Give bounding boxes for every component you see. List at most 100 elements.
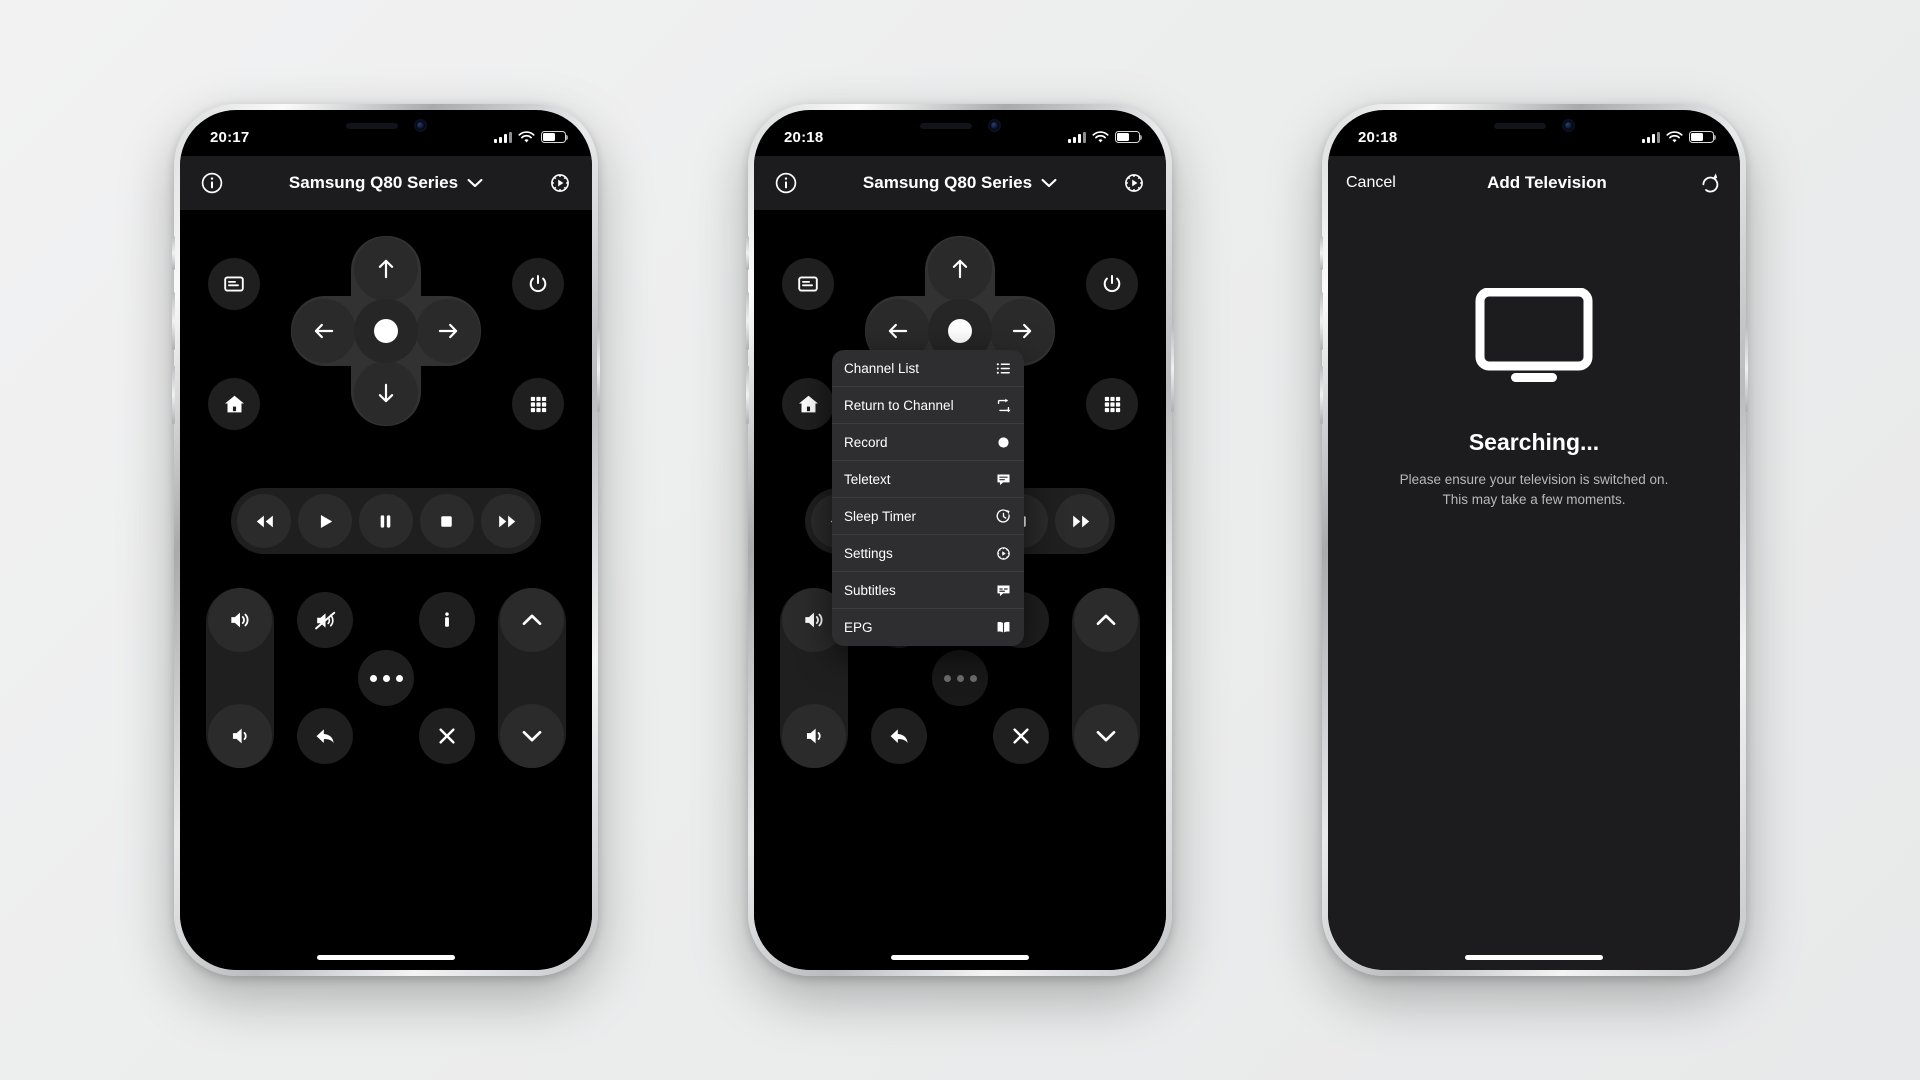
remote-control-panel [180, 210, 592, 970]
notch [1450, 110, 1618, 141]
source-input-button[interactable] [208, 258, 260, 310]
phone-add-television: 20:18 Cancel Add Television Searching...… [1320, 104, 1748, 976]
menu-item-record[interactable]: Record [832, 424, 1024, 461]
cancel-button[interactable]: Cancel [1346, 174, 1396, 192]
volume-pill [206, 588, 274, 768]
stop-button[interactable] [419, 494, 474, 548]
channel-pill [498, 588, 566, 768]
gear-icon[interactable] [1122, 171, 1146, 195]
info-circle-icon[interactable] [200, 171, 224, 195]
status-line-2: This may take a few moments. [1442, 492, 1626, 508]
stop-icon [441, 515, 453, 527]
dpad-down-button[interactable] [354, 361, 418, 425]
phone-screen: 20:17 Samsung Q80 Series [180, 110, 592, 970]
menu-item-label: Settings [844, 545, 893, 561]
dpad-right-button[interactable] [416, 299, 480, 363]
dpad-left-button[interactable] [292, 299, 356, 363]
device-selector[interactable]: Samsung Q80 Series [289, 173, 483, 193]
phone-remote-default: 20:17 Samsung Q80 Series [172, 104, 600, 976]
battery-icon [1115, 131, 1143, 143]
status-time: 20:18 [784, 128, 824, 146]
play-button[interactable] [298, 494, 353, 548]
menu-item-channel-list[interactable]: Channel List [832, 350, 1024, 387]
apps-grid-button[interactable] [1086, 378, 1138, 430]
fast-forward-button[interactable] [1054, 494, 1109, 548]
dpad-ok-button[interactable] [354, 299, 418, 363]
device-name: Samsung Q80 Series [862, 173, 1033, 192]
channel-pill [1072, 588, 1140, 768]
power-button[interactable] [512, 258, 564, 310]
menu-item-label: Sleep Timer [844, 508, 917, 524]
device-name: Samsung Q80 Series [288, 173, 459, 192]
home-icon [224, 395, 244, 412]
phone-gallery: 20:17 Samsung Q80 Series 20:18 Samsung Q… [0, 0, 1920, 1080]
status-title: Searching... [1468, 429, 1600, 455]
volume-up-button[interactable] [208, 588, 272, 652]
power-icon [1103, 275, 1121, 293]
home-indicator [891, 955, 1029, 960]
mute-switch[interactable] [746, 236, 749, 270]
grid-apps-icon [1104, 396, 1120, 412]
ellipsis-icon [943, 674, 977, 682]
more-button[interactable] [932, 650, 988, 706]
fast-forward-icon [1073, 515, 1090, 527]
dpad-down-arrow-icon [378, 383, 394, 403]
power-button[interactable] [1086, 258, 1138, 310]
exit-button[interactable] [993, 708, 1049, 764]
menu-item-return-to-channel[interactable]: Return to Channel [832, 387, 1024, 424]
menu-item-label: Record [844, 434, 888, 450]
power-side-button[interactable] [1745, 326, 1748, 412]
back-arrow-icon [316, 728, 334, 743]
status-indicators [1068, 130, 1143, 144]
power-side-button[interactable] [1171, 326, 1174, 412]
menu-item-settings[interactable]: Settings [832, 535, 1024, 572]
dpad-left-arrow-icon [314, 323, 334, 339]
home-button[interactable] [782, 378, 834, 430]
earpiece-speaker [345, 122, 398, 129]
battery-icon [541, 131, 569, 143]
info-circle-icon[interactable] [774, 171, 798, 195]
channel-down-button[interactable] [500, 704, 564, 768]
phone-screen: 20:18 Cancel Add Television Searching...… [1328, 110, 1740, 970]
pause-button[interactable] [358, 494, 413, 548]
apps-grid-button[interactable] [512, 378, 564, 430]
gear-icon[interactable] [548, 171, 572, 195]
menu-item-epg[interactable]: EPG [832, 609, 1024, 646]
refresh-icon[interactable] [1698, 171, 1722, 195]
power-side-button[interactable] [597, 326, 600, 412]
more-button[interactable] [358, 650, 414, 706]
mute-switch[interactable] [1320, 236, 1323, 270]
context-menu: Channel List Return to Channel Record Te… [832, 350, 1024, 646]
volume-down-button[interactable] [782, 704, 846, 768]
dpad-up-button[interactable] [928, 237, 992, 301]
menu-item-sleep-timer[interactable]: Sleep Timer [832, 498, 1024, 535]
info-i-icon [445, 612, 449, 627]
volume-down-button[interactable] [208, 704, 272, 768]
fast-forward-button[interactable] [480, 494, 535, 548]
chevron-up-icon [522, 614, 542, 626]
dpad-up-button[interactable] [354, 237, 418, 301]
home-indicator [1465, 955, 1603, 960]
return-loop-icon [995, 397, 1012, 414]
rewind-icon [256, 515, 273, 527]
dpad-right-arrow-icon [438, 323, 458, 339]
menu-item-subtitles[interactable]: Subtitles [832, 572, 1024, 609]
volume-up-icon [231, 612, 249, 628]
channel-up-button[interactable] [1074, 588, 1138, 652]
mute-switch[interactable] [172, 236, 175, 270]
sleep-timer-icon [995, 508, 1012, 525]
bottom-controls [180, 588, 592, 788]
rewind-button[interactable] [237, 494, 292, 548]
exit-button[interactable] [419, 708, 475, 764]
back-button[interactable] [871, 708, 927, 764]
menu-item-teletext[interactable]: Teletext [832, 461, 1024, 498]
home-button[interactable] [208, 378, 260, 430]
source-input-button[interactable] [782, 258, 834, 310]
channel-up-button[interactable] [500, 588, 564, 652]
back-button[interactable] [297, 708, 353, 764]
device-selector[interactable]: Samsung Q80 Series [863, 173, 1057, 193]
book-icon [995, 619, 1012, 636]
channel-down-button[interactable] [1074, 704, 1138, 768]
mute-button[interactable] [297, 592, 353, 648]
info-button[interactable] [419, 592, 475, 648]
